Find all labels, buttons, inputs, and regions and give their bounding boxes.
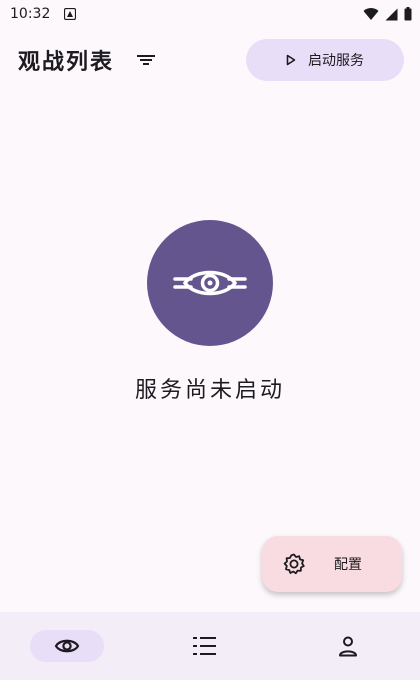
empty-state-badge: [147, 220, 273, 346]
eye-icon: [173, 270, 247, 296]
battery-icon: [404, 7, 412, 21]
filter-button[interactable]: [132, 46, 160, 74]
notification-icon: [64, 8, 77, 20]
top-app-bar: 观战列表 启动服务: [0, 32, 420, 88]
start-service-button[interactable]: 启动服务: [246, 39, 404, 81]
settings-fab[interactable]: 配置: [262, 536, 402, 592]
gear-icon: [283, 553, 305, 575]
start-service-label: 启动服务: [308, 52, 364, 68]
person-icon: [339, 636, 358, 657]
status-time: 10:32: [10, 6, 51, 22]
eye-icon: [54, 639, 79, 653]
signal-icon: [385, 8, 398, 20]
settings-fab-label: 配置: [334, 557, 362, 573]
nav-item-profile[interactable]: [306, 630, 390, 662]
page-title: 观战列表: [18, 50, 115, 75]
play-icon: [286, 54, 296, 66]
filter-icon: [137, 55, 156, 65]
wifi-icon: [363, 7, 379, 20]
bottom-navigation: [0, 612, 420, 680]
empty-state: 服务尚未启动: [0, 220, 420, 404]
empty-state-message: 服务尚未启动: [134, 378, 285, 403]
list-icon: [192, 637, 216, 655]
nav-item-spectate[interactable]: [29, 630, 104, 662]
status-bar: 10:32: [0, 0, 420, 28]
nav-item-list[interactable]: [163, 630, 247, 662]
